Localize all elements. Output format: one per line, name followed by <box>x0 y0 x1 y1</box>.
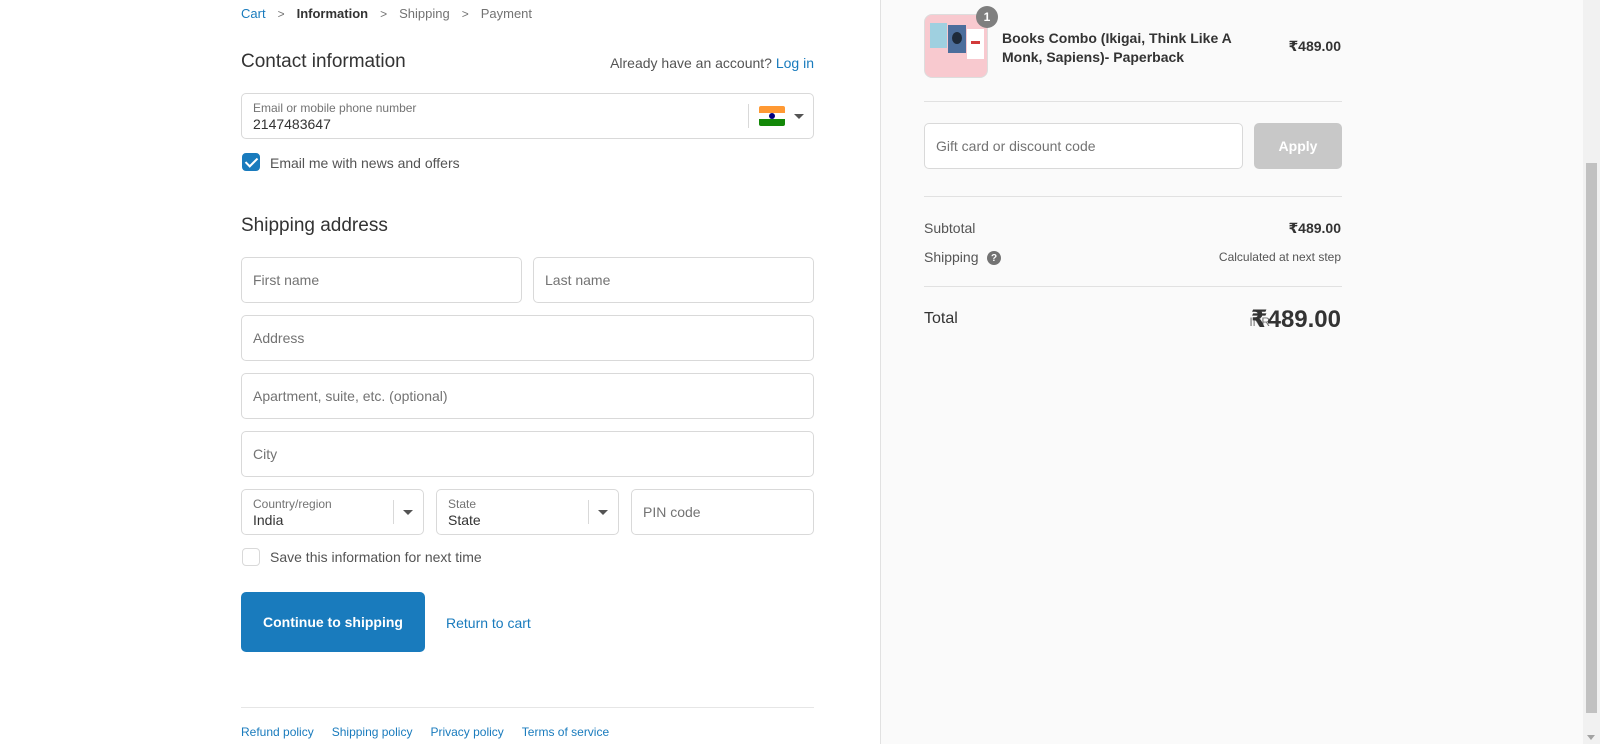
city-field[interactable]: City <box>241 431 814 477</box>
field-divider <box>748 104 749 128</box>
field-divider <box>393 500 394 524</box>
save-info-label: Save this information for next time <box>270 549 482 565</box>
terms-of-service-link[interactable]: Terms of service <box>522 725 609 739</box>
breadcrumb-payment: Payment <box>480 6 533 21</box>
continue-to-shipping-button[interactable]: Continue to shipping <box>241 592 425 652</box>
city-placeholder: City <box>253 446 278 462</box>
shipping-title: Shipping address <box>241 215 388 236</box>
state-select[interactable]: State State <box>436 489 619 535</box>
book-cover-sapiens <box>967 29 984 59</box>
total-label: Total <box>924 310 958 327</box>
field-divider <box>588 500 589 524</box>
return-to-cart-link[interactable]: Return to cart <box>446 615 531 631</box>
caret-down-icon[interactable] <box>794 114 804 119</box>
caret-down-icon <box>403 510 413 515</box>
contact-title: Contact information <box>241 51 406 72</box>
scrollbar-thumb[interactable] <box>1586 163 1597 713</box>
scrollbar[interactable] <box>1583 0 1600 744</box>
chevron-right-icon: > <box>380 6 388 21</box>
pin-code-placeholder: PIN code <box>643 504 701 520</box>
country-value: India <box>253 512 284 528</box>
last-name-placeholder: Last name <box>545 272 611 288</box>
summary-divider <box>924 286 1342 287</box>
account-prompt-text: Already have an account? <box>610 55 772 71</box>
total-value: ₹489.00 <box>1250 306 1341 333</box>
account-prompt: Already have an account? Log in <box>610 55 814 71</box>
breadcrumb-information: Information <box>296 6 369 21</box>
discount-code-placeholder: Gift card or discount code <box>936 138 1096 154</box>
apply-discount-button[interactable]: Apply <box>1254 123 1342 169</box>
shipping-value: Calculated at next step <box>1218 250 1341 264</box>
footer-divider <box>241 707 814 708</box>
shipping-label: Shipping <box>924 249 979 265</box>
breadcrumb-shipping: Shipping <box>399 6 450 21</box>
product-price: ₹489.00 <box>1288 38 1341 54</box>
privacy-policy-link[interactable]: Privacy policy <box>430 725 503 739</box>
email-field[interactable]: Email or mobile phone number 2147483647 <box>241 93 814 139</box>
footer-links: Refund policy Shipping policy Privacy po… <box>241 725 609 739</box>
india-flag-icon[interactable] <box>759 106 785 126</box>
refund-policy-link[interactable]: Refund policy <box>241 725 314 739</box>
breadcrumb-cart[interactable]: Cart <box>241 6 266 21</box>
help-icon[interactable]: ? <box>987 251 1001 265</box>
quantity-badge: 1 <box>976 6 998 28</box>
subtotal-value: ₹489.00 <box>1288 220 1341 236</box>
caret-down-icon <box>598 510 608 515</box>
first-name-placeholder: First name <box>253 272 320 288</box>
newsletter-checkbox[interactable] <box>242 153 260 171</box>
shipping-policy-link[interactable]: Shipping policy <box>332 725 413 739</box>
product-name: Books Combo (Ikigai, Think Like A Monk, … <box>1002 30 1232 65</box>
summary-divider <box>924 196 1342 197</box>
pin-code-field[interactable]: PIN code <box>631 489 814 535</box>
summary-divider <box>924 101 1342 102</box>
breadcrumb: Cart > Information > Shipping > Payment <box>241 6 532 21</box>
last-name-field[interactable]: Last name <box>533 257 814 303</box>
apartment-field[interactable]: Apartment, suite, etc. (optional) <box>241 373 814 419</box>
chevron-right-icon: > <box>277 6 285 21</box>
save-info-checkbox[interactable] <box>242 548 260 566</box>
scroll-down-arrow-icon[interactable] <box>1587 735 1595 740</box>
state-label: State <box>448 497 477 511</box>
subtotal-label: Subtotal <box>924 220 976 236</box>
country-label: Country/region <box>253 497 332 511</box>
country-select[interactable]: Country/region India <box>241 489 424 535</box>
checkout-main: Cart > Information > Shipping > Payment … <box>0 0 880 744</box>
apartment-placeholder: Apartment, suite, etc. (optional) <box>253 388 448 404</box>
discount-code-field[interactable]: Gift card or discount code <box>924 123 1243 169</box>
email-field-label: Email or mobile phone number <box>253 101 417 115</box>
order-summary <box>880 0 1583 744</box>
email-field-value: 2147483647 <box>253 116 331 132</box>
state-value: State <box>448 512 481 528</box>
address-placeholder: Address <box>253 330 305 346</box>
first-name-field[interactable]: First name <box>241 257 522 303</box>
newsletter-label: Email me with news and offers <box>270 155 460 171</box>
book-cover-ikigai <box>930 23 947 48</box>
chevron-right-icon: > <box>461 6 469 21</box>
address-field[interactable]: Address <box>241 315 814 361</box>
login-link[interactable]: Log in <box>776 55 814 71</box>
